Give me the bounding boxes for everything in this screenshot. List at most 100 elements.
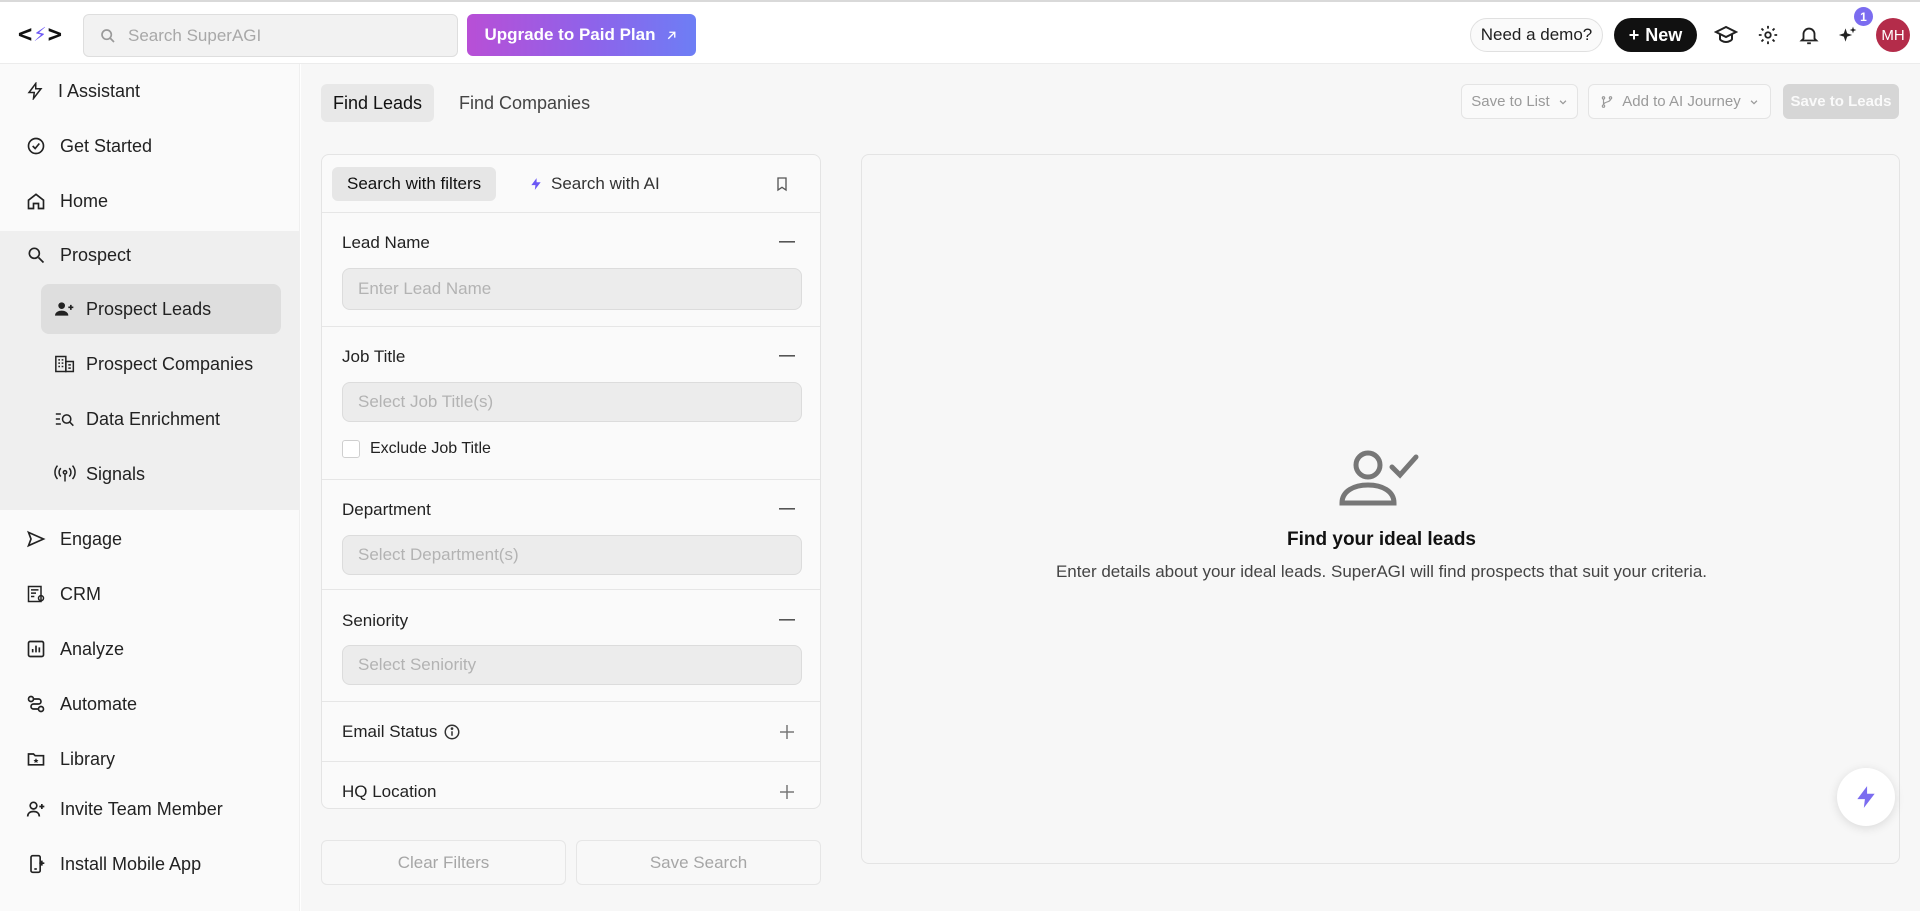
sidebar-item-engage[interactable]: Engage xyxy=(0,515,300,563)
sidebar-subitem-data-enrichment[interactable]: Data Enrichment xyxy=(41,394,281,444)
search-with-ai-label: Search with AI xyxy=(551,174,660,193)
add-to-journey-label: Add to AI Journey xyxy=(1622,93,1741,110)
check-circle-icon xyxy=(27,137,45,155)
sidebar-item-library[interactable]: Library xyxy=(0,735,300,783)
filter-section-lead-name: Lead Name xyxy=(322,213,820,327)
sidebar-item-prospect[interactable]: Prospect xyxy=(0,231,300,279)
list-search-icon xyxy=(55,413,74,427)
signal-icon xyxy=(54,465,76,482)
sidebar-subitem-prospect-leads[interactable]: Prospect Leads xyxy=(41,284,281,334)
sidebar-item-label: Prospect xyxy=(60,244,132,265)
new-button[interactable]: + New xyxy=(1614,18,1697,52)
global-search[interactable] xyxy=(83,14,458,57)
filter-title-row: Email Status xyxy=(342,722,461,742)
filter-panel: Search with filters Search with AI Lead … xyxy=(321,154,821,809)
lightning-icon xyxy=(1857,786,1875,808)
filter-title: Department xyxy=(342,500,431,519)
sidebar-item-crm[interactable]: CRM xyxy=(0,570,300,618)
new-label: New xyxy=(1645,24,1683,45)
save-to-list-label: Save to List xyxy=(1471,93,1550,110)
crm-icon xyxy=(27,585,45,603)
sparkle-icon[interactable] xyxy=(1836,23,1860,47)
prospect-group: Prospect Prospect Leads Prospect Compani… xyxy=(0,231,300,510)
ai-assistant-fab[interactable] xyxy=(1837,768,1895,826)
filter-title: HQ Location xyxy=(342,782,437,801)
plus-icon: + xyxy=(1628,24,1640,45)
info-icon[interactable] xyxy=(443,723,461,741)
chevron-down-icon xyxy=(1750,99,1758,105)
exclude-job-title-row[interactable]: Exclude Job Title xyxy=(342,440,491,458)
minus-icon[interactable] xyxy=(778,233,796,251)
sidebar-item-label: Library xyxy=(60,748,116,769)
sidebar-item-label: Automate xyxy=(60,693,138,714)
sidebar-item-install-mobile-app[interactable]: Install Mobile App xyxy=(0,840,300,888)
sidebar-item-invite-team-member[interactable]: Invite Team Member xyxy=(0,785,300,833)
search-with-filters-button[interactable]: Search with filters xyxy=(332,167,497,201)
sidebar-item-label: Signals xyxy=(86,463,146,484)
filter-section-department: Department xyxy=(322,480,820,590)
minus-icon[interactable] xyxy=(778,500,796,518)
job-title-select[interactable] xyxy=(342,382,802,422)
search-input[interactable] xyxy=(128,25,428,46)
lead-name-field[interactable] xyxy=(342,268,802,310)
mobile-icon xyxy=(30,854,45,874)
seniority-input[interactable] xyxy=(358,655,778,675)
users-plus-icon xyxy=(55,302,74,316)
sidebar: I Assistant Get Started Home Prospect Pr… xyxy=(0,64,300,911)
top-bar: <⚡> Upgrade to Paid Plan Need a demo? + … xyxy=(0,0,1920,64)
sidebar-item-get-started[interactable]: Get Started xyxy=(0,122,300,170)
tab-find-companies[interactable]: Find Companies xyxy=(447,84,602,122)
exclude-job-title-checkbox[interactable] xyxy=(342,440,360,458)
plus-icon[interactable] xyxy=(778,783,796,801)
sidebar-item-automate[interactable]: Automate xyxy=(0,680,300,728)
sidebar-subitem-prospect-companies[interactable]: Prospect Companies xyxy=(41,339,281,389)
bookmark-icon[interactable] xyxy=(774,175,790,198)
search-with-ai-button[interactable]: Search with AI xyxy=(514,167,675,201)
sidebar-item-home[interactable]: Home xyxy=(0,177,300,225)
filter-section-job-title: Job Title Exclude Job Title xyxy=(322,327,820,480)
lightning-icon xyxy=(531,178,541,190)
department-select[interactable] xyxy=(342,535,802,575)
filter-title: Email Status xyxy=(342,722,438,741)
tab-find-leads[interactable]: Find Leads xyxy=(321,84,435,122)
sidebar-item-label: Install Mobile App xyxy=(60,853,202,874)
search-mode-row: Search with filters Search with AI xyxy=(322,155,820,213)
save-to-list-dropdown[interactable]: Save to List xyxy=(1461,84,1578,119)
sidebar-item-label: Prospect Leads xyxy=(86,298,212,319)
sidebar-subitem-signals[interactable]: Signals xyxy=(41,449,281,499)
minus-icon[interactable] xyxy=(778,347,796,365)
home-icon xyxy=(27,193,45,210)
filter-section-seniority: Seniority xyxy=(322,590,820,702)
filter-title: Seniority xyxy=(342,611,409,630)
save-search-button[interactable]: Save Search xyxy=(576,840,821,885)
filter-section-hq-location[interactable]: HQ Location xyxy=(322,762,820,808)
bell-icon[interactable] xyxy=(1797,23,1821,47)
avatar[interactable]: MH xyxy=(1876,18,1910,52)
minus-icon[interactable] xyxy=(778,611,796,629)
settings-icon[interactable] xyxy=(1756,23,1780,47)
lead-name-input[interactable] xyxy=(358,279,778,299)
superagi-logo[interactable]: < ⚡ > xyxy=(14,18,66,50)
sidebar-item-label: Home xyxy=(60,190,109,211)
add-to-ai-journey-dropdown[interactable]: Add to AI Journey xyxy=(1588,84,1771,119)
sidebar-item-label: Analyze xyxy=(60,638,125,659)
filter-section-email-status[interactable]: Email Status xyxy=(322,702,820,762)
empty-state-subtitle: Enter details about your ideal leads. Su… xyxy=(1055,562,1708,581)
save-to-leads-button[interactable]: Save to Leads xyxy=(1783,84,1899,119)
upgrade-button[interactable]: Upgrade to Paid Plan xyxy=(467,14,696,56)
sidebar-item-label: Prospect Companies xyxy=(86,353,254,374)
plus-icon[interactable] xyxy=(778,723,796,741)
sidebar-item-analyze[interactable]: Analyze xyxy=(0,625,300,673)
seniority-select[interactable] xyxy=(342,645,802,685)
send-icon xyxy=(27,530,46,548)
department-input[interactable] xyxy=(358,545,778,565)
academy-icon[interactable] xyxy=(1714,23,1738,47)
clear-filters-button[interactable]: Clear Filters xyxy=(321,840,566,885)
chart-icon xyxy=(27,640,45,658)
need-demo-button[interactable]: Need a demo? xyxy=(1470,18,1603,52)
sidebar-item-label: Engage xyxy=(60,528,123,549)
sidebar-item-label: Data Enrichment xyxy=(86,408,221,429)
sidebar-item-ai-assistant[interactable]: I Assistant xyxy=(0,67,300,115)
job-title-input[interactable] xyxy=(358,392,778,412)
notification-badge: 1 xyxy=(1854,7,1873,26)
